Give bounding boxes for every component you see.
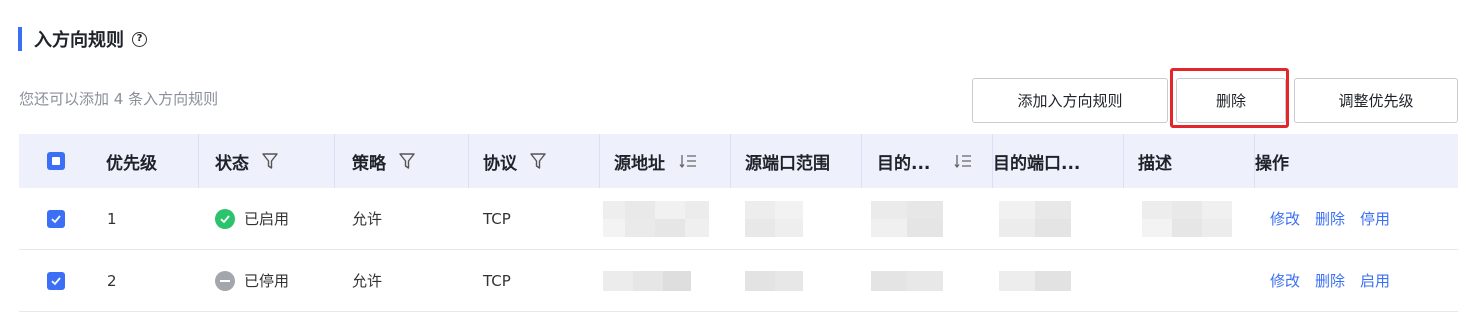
status-label: 已启用 xyxy=(244,210,290,228)
add-inbound-rule-button[interactable]: 添加入方向规则 xyxy=(972,78,1168,123)
title-accent-bar xyxy=(18,27,22,51)
delete-link[interactable]: 删除 xyxy=(1315,208,1345,229)
filter-icon[interactable] xyxy=(529,152,547,170)
header-dest-port[interactable]: 目的端口... xyxy=(993,134,1080,188)
header-status: 状态 xyxy=(215,134,279,188)
status-cell: 已停用 xyxy=(215,250,289,311)
table-header: 优先级 状态 策略 协议 源地址 源端口范围 目的... 目的端口... 描述 … xyxy=(19,134,1458,188)
protocol-cell: TCP xyxy=(483,271,511,290)
section-header: 入方向规则 ? xyxy=(18,26,147,52)
minus-circle-icon xyxy=(215,270,235,291)
protocol-cell: TCP xyxy=(483,209,511,228)
edit-link[interactable]: 修改 xyxy=(1270,208,1300,229)
header-dest-label: 目的... xyxy=(877,153,931,174)
policy-cell: 允许 xyxy=(352,272,383,290)
status-cell: 已启用 xyxy=(215,188,289,249)
delete-link[interactable]: 删除 xyxy=(1315,270,1345,291)
redacted-dest-port xyxy=(999,271,1071,291)
filter-icon[interactable] xyxy=(261,152,279,170)
policy-cell: 允许 xyxy=(352,210,383,228)
disable-link[interactable]: 停用 xyxy=(1360,208,1390,229)
row-checkbox[interactable] xyxy=(47,271,65,290)
header-priority[interactable]: 优先级 xyxy=(106,134,157,188)
action-cell: 修改 删除 停用 xyxy=(1270,188,1405,249)
redacted-source-address xyxy=(589,201,729,237)
header-source-label: 源地址 xyxy=(614,153,665,174)
header-source-port[interactable]: 源端口范围 xyxy=(745,134,830,188)
enable-link[interactable]: 启用 xyxy=(1360,270,1390,291)
priority-cell: 2 xyxy=(107,271,117,290)
help-icon[interactable]: ? xyxy=(132,31,147,47)
redacted-source-address xyxy=(603,271,693,291)
header-policy-label: 策略 xyxy=(352,153,386,174)
highlight-box xyxy=(1170,68,1289,128)
redacted-source-port xyxy=(745,201,805,237)
redacted-description xyxy=(1124,201,1244,237)
section-title: 入方向规则 xyxy=(34,30,124,51)
header-status-label: 状态 xyxy=(215,153,249,174)
header-protocol: 协议 xyxy=(483,134,547,188)
header-policy: 策略 xyxy=(352,134,416,188)
select-all-checkbox[interactable] xyxy=(47,152,65,170)
redacted-dest-address xyxy=(871,271,943,291)
filter-icon[interactable] xyxy=(398,152,416,170)
redacted-dest-port xyxy=(999,201,1071,237)
header-description: 描述 xyxy=(1138,153,1172,174)
row-checkbox-cell xyxy=(47,250,65,311)
row-checkbox[interactable] xyxy=(47,209,65,228)
priority-cell: 1 xyxy=(107,209,117,228)
select-all-cell xyxy=(47,134,65,188)
table-row: 2 已停用 允许 TCP 修改 删除 启用 xyxy=(19,250,1458,312)
sort-icon[interactable] xyxy=(679,152,697,170)
header-dest: 目的... xyxy=(877,134,972,188)
table-row: 1 已启用 允许 TCP 修改 删除 停用 xyxy=(19,188,1458,250)
check-circle-icon xyxy=(215,208,235,229)
redacted-source-port xyxy=(745,271,805,291)
header-source: 源地址 xyxy=(614,134,697,188)
header-action: 操作 xyxy=(1255,153,1289,174)
row-checkbox-cell xyxy=(47,188,65,249)
edit-link[interactable]: 修改 xyxy=(1270,270,1300,291)
redacted-dest-address xyxy=(871,201,943,237)
adjust-priority-button[interactable]: 调整优先级 xyxy=(1294,78,1458,123)
status-label: 已停用 xyxy=(244,272,290,290)
remaining-rules-hint: 您还可以添加 4 条入方向规则 xyxy=(19,90,219,108)
action-cell: 修改 删除 启用 xyxy=(1270,250,1405,311)
header-protocol-label: 协议 xyxy=(483,153,517,174)
sort-icon[interactable] xyxy=(954,152,972,170)
